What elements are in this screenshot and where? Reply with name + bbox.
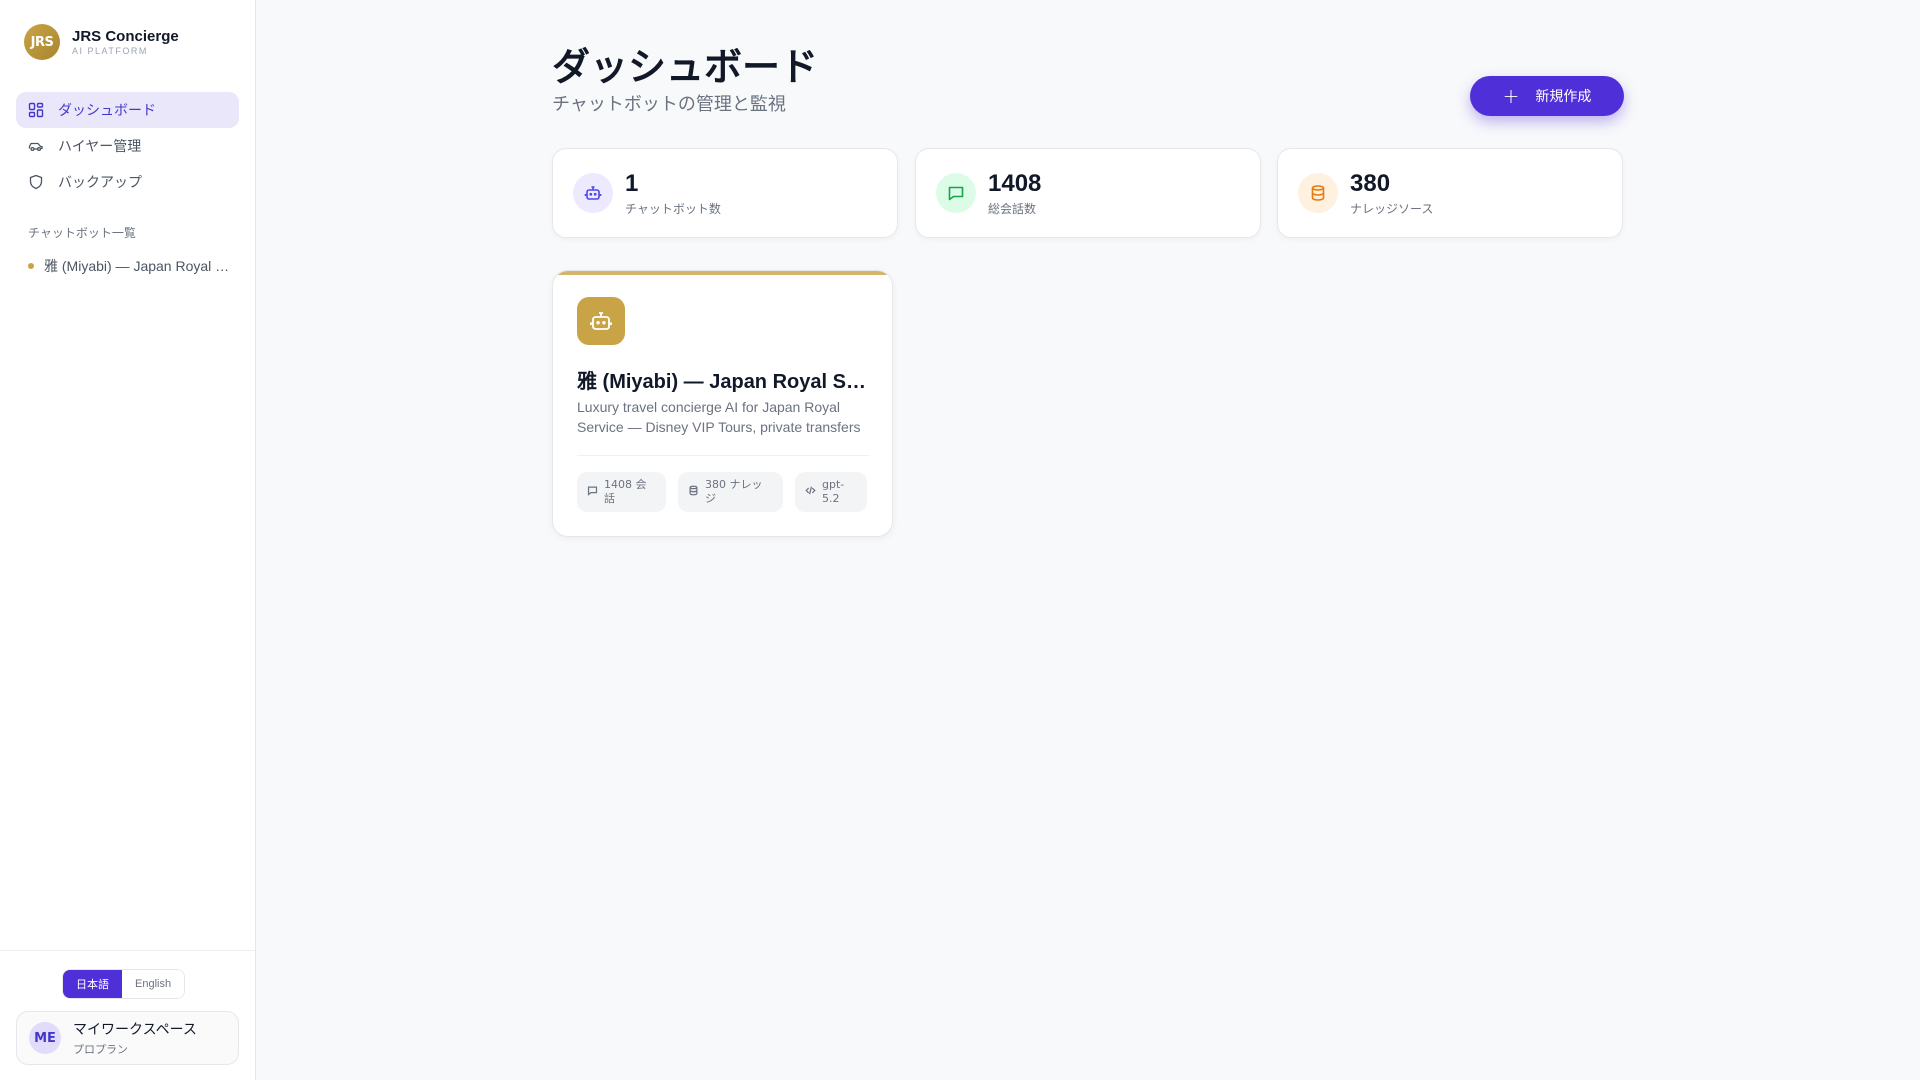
brand-subtitle: AI PLATFORM: [72, 46, 148, 56]
knowledge-count: 380 ナレッジ: [705, 478, 763, 505]
sidebar-item-hire[interactable]: ハイヤー管理: [16, 128, 239, 164]
stat-label: ナレッジソース: [1350, 201, 1434, 216]
stat-value: 380: [1350, 169, 1391, 197]
page-title: ダッシュボード: [552, 45, 819, 89]
plus-icon: +: [1502, 84, 1520, 108]
robot-icon: [573, 173, 613, 213]
conversations-badge: 1408 会話: [577, 472, 666, 512]
sidebar-nav: ダッシュボード ハイヤー管理 バックアップ: [16, 92, 239, 200]
chatbot-list-heading: チャットボット一覧: [28, 226, 136, 240]
chatbot-card-title: 雅 (Miyabi) — Japan Royal Service: [577, 371, 867, 393]
sidebar-item-label: ハイヤー管理: [58, 139, 142, 155]
database-icon: [1298, 173, 1338, 213]
model-name: gpt-5.2: [822, 478, 845, 505]
message-icon: [936, 173, 976, 213]
sidebar-footer: 日本語 English ME マイワークスペース プロプラン: [0, 950, 255, 1080]
workspace-plan: プロプラン: [73, 1043, 128, 1056]
stat-value: 1408: [988, 169, 1042, 197]
dashboard-grid-icon: [28, 102, 44, 118]
chatbot-list-item[interactable]: 雅 (Miyabi) — Japan Royal Service: [28, 256, 233, 276]
avatar: ME: [29, 1022, 61, 1054]
knowledge-badge: 380 ナレッジ: [678, 472, 783, 512]
workspace-name: マイワークスペース: [73, 1022, 197, 1038]
shield-icon: [28, 174, 44, 190]
sidebar-item-label: ダッシュボード: [58, 103, 156, 119]
language-option-english[interactable]: English: [122, 970, 185, 998]
create-new-button[interactable]: + 新規作成: [1470, 76, 1624, 116]
create-new-label: 新規作成: [1535, 89, 1592, 105]
stat-card-conversations: 1408 総会話数: [915, 148, 1261, 238]
divider: [577, 455, 869, 456]
chatbot-card[interactable]: 雅 (Miyabi) — Japan Royal Service Luxury …: [552, 270, 893, 537]
sidebar-item-dashboard[interactable]: ダッシュボード: [16, 92, 239, 128]
database-icon: [688, 485, 699, 500]
car-icon: [28, 138, 44, 154]
brand-logo: JRS: [24, 24, 60, 60]
brand-name: JRS Concierge: [72, 28, 179, 45]
stat-value: 1: [625, 169, 639, 197]
status-dot: [28, 263, 34, 269]
stat-label: チャットボット数: [625, 201, 721, 216]
code-icon: [805, 485, 816, 500]
stat-label: 総会話数: [988, 201, 1037, 216]
workspace-switcher[interactable]: ME マイワークスペース プロプラン: [16, 1011, 239, 1065]
sidebar-item-backup[interactable]: バックアップ: [16, 164, 239, 200]
message-icon: [587, 485, 598, 500]
language-switcher: 日本語 English: [62, 969, 186, 999]
stat-card-knowledge: 380 ナレッジソース: [1277, 148, 1623, 238]
brand[interactable]: JRS JRS Concierge AI PLATFORM: [24, 24, 179, 60]
chatbot-card-tags: 1408 会話 380 ナレッジ gpt-5.2: [577, 472, 867, 512]
robot-icon: [577, 297, 625, 345]
language-option-japanese[interactable]: 日本語: [63, 970, 122, 998]
sidebar: JRS JRS Concierge AI PLATFORM ダッシュボード ハイ…: [0, 0, 256, 1080]
stat-card-chatbots: 1 チャットボット数: [552, 148, 898, 238]
page-subtitle: チャットボットの管理と監視: [552, 94, 786, 115]
card-accent-stripe: [553, 271, 892, 275]
sidebar-item-label: バックアップ: [58, 175, 142, 191]
conversations-count: 1408 会話: [604, 478, 647, 505]
chatbot-list-item-label: 雅 (Miyabi) — Japan Royal Service: [44, 258, 233, 274]
model-badge: gpt-5.2: [795, 472, 867, 512]
chatbot-card-description: Luxury travel concierge AI for Japan Roy…: [577, 399, 861, 435]
